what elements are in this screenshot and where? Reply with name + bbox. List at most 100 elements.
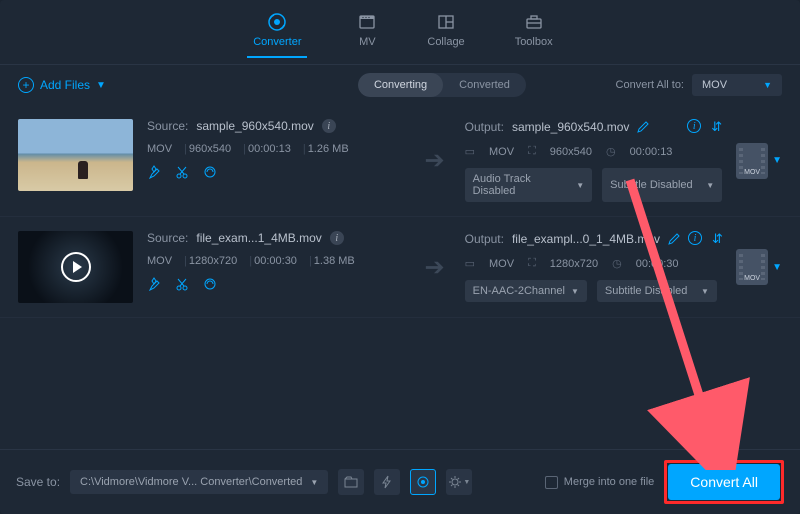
file-item: Source: file_exam...1_4MB.mov i MOV 1280…	[0, 217, 800, 318]
source-duration: 00:00:30	[247, 255, 297, 267]
high-speed-button[interactable]	[410, 469, 436, 495]
edit-icon[interactable]	[147, 165, 161, 179]
subtitle-dropdown[interactable]: Subtitle Disabled▼	[597, 280, 717, 302]
arrow-icon: ➔	[419, 231, 451, 303]
save-path-value: C:\Vidmore\Vidmore V... Converter\Conver…	[80, 476, 302, 488]
output-label: Output:	[465, 120, 504, 134]
tab-mv[interactable]: MV	[357, 12, 377, 58]
output-format: MOV	[489, 258, 514, 270]
convert-all-button[interactable]: Convert All	[668, 464, 780, 500]
checkbox-icon	[545, 476, 558, 489]
merge-label: Merge into one file	[564, 476, 655, 488]
source-label: Source:	[147, 119, 188, 133]
source-size: 1.26 MB	[301, 143, 349, 155]
film-icon: ▭	[465, 257, 475, 270]
info-icon[interactable]: i	[330, 231, 344, 245]
edit-icon[interactable]	[147, 277, 161, 291]
subtitle-dropdown[interactable]: Subtitle Disabled▼	[602, 168, 722, 202]
clock-icon: ◷	[612, 257, 622, 270]
video-thumbnail[interactable]	[18, 119, 133, 191]
chevron-down-icon: ▼	[763, 80, 772, 90]
save-to-label: Save to:	[16, 475, 60, 489]
source-format: MOV	[147, 255, 172, 267]
source-label: Source:	[147, 231, 188, 245]
source-duration: 00:00:13	[241, 143, 291, 155]
output-info-icon[interactable]: i	[687, 119, 701, 133]
add-files-label: Add Files	[40, 78, 90, 92]
collage-icon	[436, 12, 456, 32]
converter-icon	[267, 12, 287, 32]
save-path-dropdown[interactable]: C:\Vidmore\Vidmore V... Converter\Conver…	[70, 470, 328, 494]
cut-icon[interactable]	[175, 165, 189, 179]
play-icon	[61, 252, 91, 282]
chevron-down-icon: ▼	[571, 287, 579, 296]
tab-mv-label: MV	[359, 36, 376, 48]
chevron-down-icon[interactable]: ▼	[772, 262, 782, 273]
audio-track-dropdown[interactable]: EN-AAC-2Channel▼	[465, 280, 587, 302]
bottom-bar: Save to: C:\Vidmore\Vidmore V... Convert…	[0, 449, 800, 514]
tab-collage-label: Collage	[427, 36, 464, 48]
enhance-icon[interactable]	[203, 277, 217, 291]
toolbox-icon	[524, 12, 544, 32]
chevron-down-icon: ▼	[576, 181, 584, 190]
compress-icon[interactable]: ⇵	[712, 231, 723, 247]
resolution-icon: ⛶	[528, 145, 536, 158]
sub-bar: + Add Files ▼ Converting Converted Conve…	[0, 65, 800, 105]
convert-all-to: Convert All to: MOV ▼	[616, 74, 782, 96]
source-filename: file_exam...1_4MB.mov	[196, 231, 321, 245]
convert-all-to-dropdown[interactable]: MOV ▼	[692, 74, 782, 96]
tab-toolbox-label: Toolbox	[515, 36, 553, 48]
convert-all-to-value: MOV	[702, 79, 727, 91]
enhance-icon[interactable]	[203, 165, 217, 179]
output-format: MOV	[489, 146, 514, 158]
source-resolution: 1280x720	[182, 255, 237, 267]
output-filename: file_exampl...0_1_4MB.mov	[512, 232, 660, 246]
chevron-down-icon[interactable]: ▼	[772, 155, 782, 166]
tab-collage[interactable]: Collage	[427, 12, 464, 58]
pencil-icon[interactable]	[668, 233, 680, 245]
clock-icon: ◷	[606, 145, 616, 158]
tab-converter-label: Converter	[253, 36, 301, 48]
compress-icon[interactable]: ⇵	[711, 119, 722, 135]
merge-checkbox[interactable]: Merge into one file	[545, 476, 655, 489]
output-format-chip[interactable]: MOV	[736, 143, 768, 179]
cut-icon[interactable]	[175, 277, 189, 291]
audio-track-dropdown[interactable]: Audio Track Disabled▼	[465, 168, 593, 202]
info-icon[interactable]: i	[322, 119, 336, 133]
mv-icon	[357, 12, 377, 32]
source-resolution: 960x540	[182, 143, 231, 155]
top-nav: Converter MV Collage Toolbox	[0, 0, 800, 65]
status-tabs: Converting Converted	[358, 73, 526, 97]
tab-converter[interactable]: Converter	[247, 12, 307, 58]
chevron-down-icon: ▼	[701, 287, 709, 296]
output-duration: 00:00:13	[630, 146, 673, 158]
add-files-button[interactable]: + Add Files ▼	[18, 77, 106, 93]
open-folder-button[interactable]	[338, 469, 364, 495]
pencil-icon[interactable]	[637, 121, 649, 133]
output-duration: 00:00:30	[636, 258, 679, 270]
convert-all-highlight: Convert All	[664, 460, 784, 504]
output-resolution: 960x540	[550, 146, 592, 158]
file-item: Source: sample_960x540.mov i MOV 960x540…	[0, 105, 800, 217]
tab-toolbox[interactable]: Toolbox	[515, 12, 553, 58]
chevron-down-icon: ▼	[706, 181, 714, 190]
source-size: 1.38 MB	[307, 255, 355, 267]
source-format: MOV	[147, 143, 172, 155]
source-filename: sample_960x540.mov	[196, 119, 313, 133]
tab-converted[interactable]: Converted	[443, 73, 526, 97]
file-list: Source: sample_960x540.mov i MOV 960x540…	[0, 105, 800, 449]
tab-converting[interactable]: Converting	[358, 73, 443, 97]
output-label: Output:	[465, 232, 504, 246]
output-filename: sample_960x540.mov	[512, 120, 629, 134]
chevron-down-icon: ▼	[310, 478, 318, 487]
video-thumbnail[interactable]	[18, 231, 133, 303]
gpu-accel-button[interactable]	[374, 469, 400, 495]
convert-all-to-label: Convert All to:	[616, 79, 684, 91]
output-format-chip[interactable]: MOV	[736, 249, 768, 285]
chevron-down-icon: ▼	[96, 80, 106, 91]
settings-button[interactable]: ▼	[446, 469, 472, 495]
resolution-icon: ⛶	[528, 257, 536, 270]
output-info-icon[interactable]: i	[688, 231, 702, 245]
output-resolution: 1280x720	[550, 258, 598, 270]
plus-icon: +	[18, 77, 34, 93]
